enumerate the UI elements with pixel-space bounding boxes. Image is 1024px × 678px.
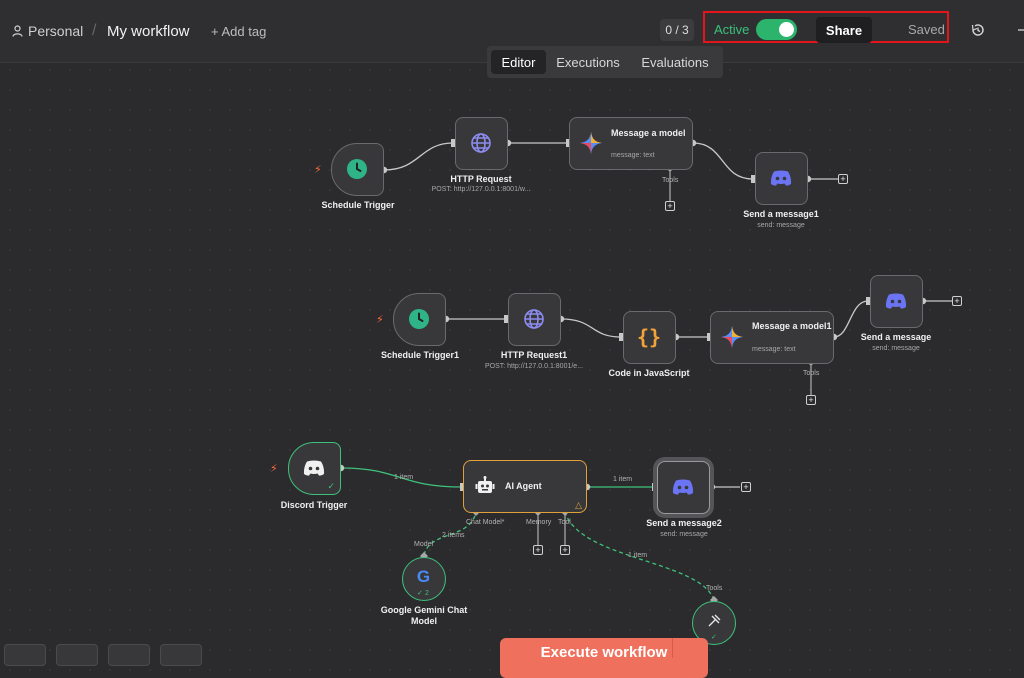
success-check-icon: ✓ — [417, 590, 423, 597]
node-send-message2[interactable] — [657, 461, 710, 514]
zoom-fit-button[interactable] — [4, 644, 46, 666]
node-label: Message a model1 — [752, 321, 832, 331]
discord-icon — [756, 153, 806, 203]
node-discord-trigger[interactable]: ✓ — [288, 442, 341, 495]
trigger-bolt-icon: ⚡ — [270, 463, 278, 475]
node-google-gemini-chat-model[interactable]: G ✓ 2 — [402, 557, 446, 601]
node-subtitle: send: message — [660, 531, 708, 538]
node-label: Google Gemini Chat Model — [380, 605, 468, 626]
node-label: Discord Trigger — [280, 500, 348, 510]
add-tool-button[interactable]: + — [806, 395, 816, 405]
node-subtitle: message: text — [752, 346, 796, 353]
discord-icon — [658, 462, 708, 512]
node-ai-agent[interactable]: AI Agent △ — [463, 460, 587, 513]
port-label-memory: Memory — [526, 519, 552, 526]
node-label: Schedule Trigger — [321, 200, 395, 210]
add-memory-button[interactable]: + — [533, 545, 543, 555]
node-label: Schedule Trigger1 — [380, 350, 460, 360]
globe-icon — [509, 294, 559, 344]
port-label-model: Model — [414, 541, 434, 548]
node-label: Send a message1 — [743, 209, 819, 219]
node-subtitle: message: text — [611, 152, 655, 159]
edge-http1-code — [560, 318, 622, 338]
node-label: AI Agent — [505, 481, 542, 491]
success-check-icon: ✓ — [327, 481, 335, 491]
edge-label: 1 item — [613, 476, 633, 483]
edge-label: 2 items — [442, 532, 465, 539]
gemini-icon — [578, 130, 604, 156]
gemini-icon — [719, 324, 745, 350]
node-subtitle: POST: http://127.0.0.1:8001/e... — [484, 363, 584, 370]
node-label: Send a message2 — [646, 518, 722, 528]
code-braces-icon: {} — [636, 325, 662, 349]
trigger-bolt-icon: ⚡ — [376, 314, 384, 326]
add-tool-button[interactable]: + — [560, 545, 570, 555]
globe-icon — [456, 118, 506, 168]
zoom-in-button[interactable] — [56, 644, 98, 666]
node-code-javascript[interactable]: {} — [623, 311, 676, 364]
edge-label: 1 item — [628, 552, 648, 559]
execute-options-divider — [672, 638, 673, 658]
node-subtitle: send: message — [757, 222, 805, 229]
clock-icon — [332, 144, 382, 194]
discord-icon — [871, 276, 921, 326]
warning-icon: △ — [575, 500, 582, 510]
port-label-tool: Tool — [558, 519, 571, 526]
node-label: Code in JavaScript — [608, 368, 690, 378]
add-node-button[interactable]: + — [741, 482, 751, 492]
node-schedule-trigger1[interactable] — [393, 293, 446, 346]
clock-icon — [394, 294, 444, 344]
execute-workflow-button[interactable]: Execute workflow — [500, 638, 708, 678]
port-label-tools: Tools — [803, 370, 820, 377]
trigger-bolt-icon: ⚡ — [314, 164, 322, 176]
robot-icon — [472, 473, 498, 499]
port-label-tools: Tools — [706, 585, 723, 592]
node-send-message1[interactable] — [755, 152, 808, 205]
port-label-chat-model: Chat Model* — [466, 519, 505, 526]
node-subtitle: send: message — [872, 345, 920, 352]
node-label: HTTP Request — [450, 174, 512, 184]
edge-label: 1 item — [394, 474, 414, 481]
node-send-message[interactable] — [870, 275, 923, 328]
port-label-tools: Tools — [662, 177, 679, 184]
node-message-model[interactable]: Message a model message: text — [569, 117, 693, 170]
success-check-icon: ✓ — [711, 634, 717, 641]
zoom-reset-button[interactable] — [160, 644, 202, 666]
node-label: HTTP Request1 — [500, 350, 568, 360]
google-icon: G — [416, 567, 431, 586]
zoom-out-button[interactable] — [108, 644, 150, 666]
node-message-model1[interactable]: Message a model1 message: text — [710, 311, 834, 364]
add-tool-button[interactable]: + — [665, 201, 675, 211]
node-label: Send a message — [860, 332, 932, 342]
node-http-request[interactable] — [455, 117, 508, 170]
add-node-button[interactable]: + — [838, 174, 848, 184]
node-label: Message a model — [611, 128, 686, 138]
edge-schedule-http — [383, 142, 454, 171]
node-http-request1[interactable] — [508, 293, 561, 346]
node-schedule-trigger[interactable] — [331, 143, 384, 196]
node-subtitle: POST: http://127.0.0.1:8001/w... — [431, 186, 531, 193]
edge-message-send1 — [692, 142, 754, 180]
run-count-badge: 2 — [425, 590, 429, 597]
add-node-button[interactable]: + — [952, 296, 962, 306]
